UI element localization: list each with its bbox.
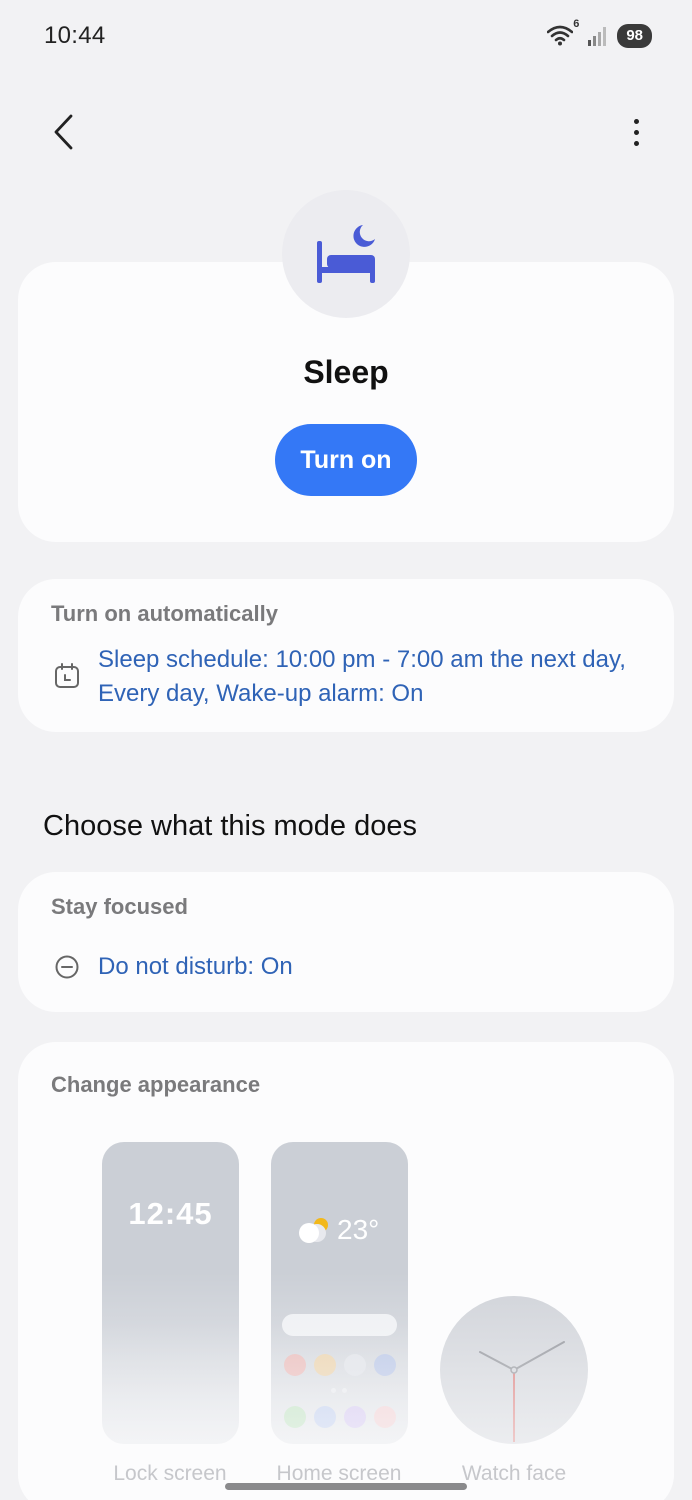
- back-button[interactable]: [42, 110, 86, 154]
- wifi-icon: 6: [547, 18, 579, 48]
- watch-face-preview[interactable]: [440, 1296, 588, 1444]
- app-icon: [344, 1406, 366, 1428]
- turn-on-button[interactable]: Turn on: [275, 424, 417, 496]
- calendar-icon: [54, 663, 80, 694]
- stay-focused-card: Stay focused Do not disturb: On: [18, 872, 674, 1012]
- more-dot: [633, 129, 639, 135]
- page-indicator-dot: [342, 1388, 347, 1393]
- mode-title: Sleep: [303, 354, 389, 390]
- app-icon: [314, 1354, 336, 1376]
- stay-focused-label: Stay focused: [51, 894, 188, 919]
- weather-widget: 23°: [297, 1214, 379, 1246]
- app-icon: [284, 1406, 306, 1428]
- home-indicator[interactable]: [225, 1483, 467, 1490]
- search-bar-preview: [282, 1314, 397, 1336]
- more-dot: [633, 118, 639, 124]
- turn-on-automatically-card: Turn on automatically Sleep schedule: 10…: [18, 579, 674, 732]
- partly-sunny-icon: [299, 1218, 328, 1243]
- lock-screen-preview[interactable]: 12:45: [102, 1142, 239, 1444]
- nav-bar: [0, 100, 692, 164]
- app-icon: [374, 1354, 396, 1376]
- sleep-schedule-row[interactable]: Sleep schedule: 10:00 pm - 7:00 am the n…: [54, 643, 634, 711]
- section-heading: Choose what this mode does: [43, 810, 417, 842]
- signal-icon: [587, 26, 609, 46]
- turn-on-automatically-label: Turn on automatically: [51, 601, 278, 626]
- status-bar: 10:44 6 98: [0, 0, 692, 80]
- change-appearance-label: Change appearance: [51, 1072, 261, 1097]
- lock-screen-time: 12:45: [128, 1196, 213, 1231]
- app-icon: [374, 1406, 396, 1428]
- app-icon: [284, 1354, 306, 1376]
- clock-hands-icon: [479, 1341, 565, 1442]
- page-indicator-dot: [331, 1388, 336, 1393]
- do-not-disturb-text[interactable]: Do not disturb: On: [98, 950, 293, 984]
- app-icon: [344, 1354, 366, 1376]
- bed-moon-icon: [317, 225, 375, 283]
- do-not-disturb-row[interactable]: Do not disturb: On: [54, 950, 634, 984]
- more-dot: [633, 140, 639, 146]
- change-appearance-card: Change appearance 12:45 23° Lock screen …: [18, 1042, 674, 1500]
- minus-circle-icon: [54, 954, 80, 980]
- more-options-button[interactable]: [624, 110, 648, 154]
- mode-icon: [282, 190, 410, 318]
- wifi-badge: 6: [573, 18, 580, 30]
- chevron-left-icon: [54, 114, 73, 150]
- battery-badge: 98: [617, 24, 652, 48]
- status-time: 10:44: [44, 22, 106, 49]
- sleep-schedule-text[interactable]: Sleep schedule: 10:00 pm - 7:00 am the n…: [98, 643, 634, 711]
- home-temperature: 23°: [337, 1214, 380, 1245]
- app-icon: [314, 1406, 336, 1428]
- home-screen-preview[interactable]: 23°: [271, 1142, 408, 1444]
- status-icons: 6 98: [547, 18, 652, 48]
